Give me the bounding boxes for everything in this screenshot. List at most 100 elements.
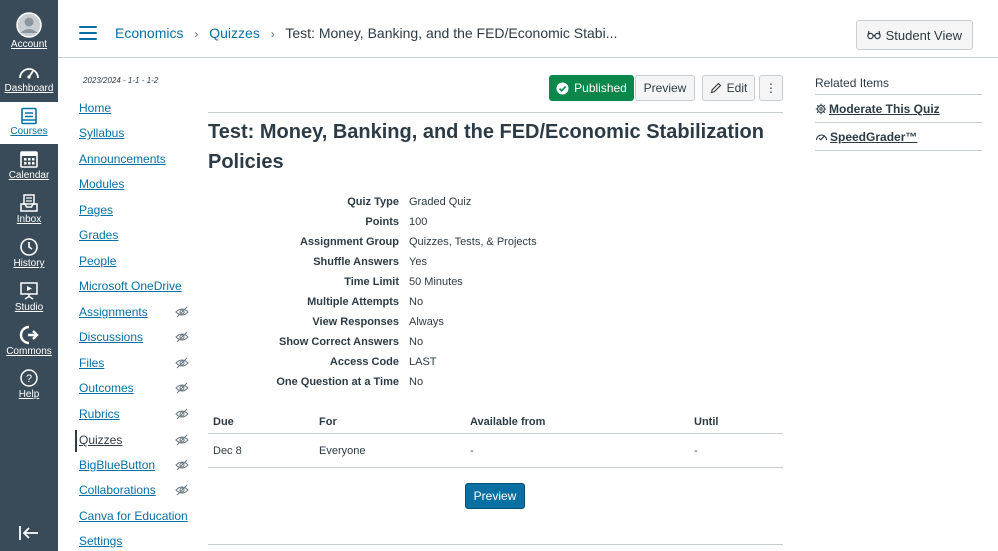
course-nav-link[interactable]: Quizzes: [79, 433, 122, 447]
detail-key: Multiple Attempts: [307, 296, 399, 308]
preview-button[interactable]: Preview: [635, 75, 695, 101]
dashboard-icon: [19, 68, 39, 79]
global-nav-label: Help: [18, 389, 40, 400]
course-nav-link[interactable]: Syllabus: [79, 126, 124, 140]
breadcrumb-current: Test: Money, Banking, and the FED/Econom…: [285, 25, 618, 41]
preview-quiz-button[interactable]: Preview: [465, 483, 525, 509]
student-view-label: Student View: [885, 27, 962, 43]
global-nav: Account Dashboard Courses Calendar Inbox…: [0, 0, 58, 551]
global-nav-label: Courses: [10, 126, 48, 137]
course-nav-link[interactable]: Discussions: [79, 330, 143, 344]
calendar-icon: [20, 151, 38, 168]
global-nav-inbox[interactable]: Inbox: [0, 193, 58, 225]
detail-value: Quizzes, Tests, & Projects: [409, 236, 537, 248]
moderate-quiz-link[interactable]: Moderate This Quiz: [815, 95, 982, 123]
course-nav-link[interactable]: Rubrics: [79, 407, 120, 421]
global-nav-dashboard[interactable]: Dashboard: [0, 64, 58, 94]
course-nav-discussions[interactable]: Discussions: [75, 330, 193, 350]
detail-key: View Responses: [312, 316, 399, 328]
courses-icon: [21, 107, 37, 125]
published-button[interactable]: Published: [549, 75, 634, 101]
global-nav-studio[interactable]: Studio: [0, 281, 58, 313]
course-nav-onedrive[interactable]: Microsoft OneDrive: [75, 279, 193, 299]
course-nav-link[interactable]: Modules: [79, 177, 124, 191]
course-nav-grades[interactable]: Grades: [75, 228, 193, 248]
edit-label: Edit: [726, 81, 748, 95]
related-link[interactable]: SpeedGrader™: [830, 130, 917, 144]
course-nav-link[interactable]: Grades: [79, 228, 118, 242]
global-nav-label: Studio: [14, 302, 44, 313]
course-nav-link[interactable]: Pages: [79, 203, 113, 217]
course-nav-link[interactable]: Microsoft OneDrive: [79, 279, 182, 293]
column-header: Due: [213, 416, 234, 428]
hidden-eye-icon: [175, 357, 189, 369]
inbox-icon: [20, 194, 38, 212]
clock-icon: [20, 238, 38, 256]
table-cell: Dec 8: [213, 445, 242, 457]
course-nav-collaborations[interactable]: Collaborations: [75, 483, 193, 503]
glasses-icon: [866, 30, 881, 40]
detail-key: Assignment Group: [299, 236, 399, 248]
course-nav-link[interactable]: Outcomes: [79, 381, 134, 395]
hidden-eye-icon: [175, 484, 189, 496]
course-nav-people[interactable]: People: [75, 254, 193, 274]
table-header-row: Due For Available from Until: [208, 408, 783, 434]
detail-key: Quiz Type: [347, 196, 399, 208]
global-nav-calendar[interactable]: Calendar: [0, 149, 58, 181]
detail-value: No: [409, 296, 424, 308]
course-nav-syllabus[interactable]: Syllabus: [75, 126, 193, 146]
more-options-button[interactable]: ⋮: [759, 75, 783, 101]
column-header: For: [319, 416, 337, 428]
detail-row: View Responses Always: [208, 314, 783, 334]
related-link[interactable]: Moderate This Quiz: [829, 102, 940, 116]
course-nav-link[interactable]: Settings: [79, 534, 122, 548]
course-nav-quizzes[interactable]: Quizzes: [75, 430, 193, 452]
breadcrumb-course[interactable]: Economics: [115, 25, 183, 41]
table-row: Dec 8 Everyone - -: [208, 434, 783, 468]
course-nav-link[interactable]: BigBlueButton: [79, 458, 155, 472]
global-nav-courses[interactable]: Courses: [0, 102, 58, 144]
edit-button[interactable]: Edit: [702, 75, 755, 101]
global-nav-commons[interactable]: Commons: [0, 325, 58, 357]
detail-key: Show Correct Answers: [278, 336, 399, 348]
course-nav-settings[interactable]: Settings: [75, 534, 193, 551]
hidden-eye-icon: [175, 434, 189, 446]
course-nav-link[interactable]: Announcements: [79, 152, 166, 166]
course-nav-link[interactable]: People: [79, 254, 116, 268]
global-nav-history[interactable]: History: [0, 237, 58, 269]
course-nav-link[interactable]: Files: [79, 356, 104, 370]
breadcrumb-quizzes[interactable]: Quizzes: [209, 25, 260, 41]
hamburger-menu-icon[interactable]: [79, 26, 97, 40]
course-nav-link[interactable]: Collaborations: [79, 483, 156, 497]
detail-key: Points: [365, 216, 399, 228]
course-nav-announcements[interactable]: Announcements: [75, 152, 193, 172]
global-nav-account[interactable]: Account: [0, 12, 58, 50]
hidden-eye-icon: [175, 459, 189, 471]
course-nav-assignments[interactable]: Assignments: [75, 305, 193, 325]
course-nav-link[interactable]: Home: [79, 101, 111, 115]
column-header: Available from: [470, 416, 546, 428]
term-label: 2023/2024 - 1-1 - 1-2: [83, 76, 159, 85]
course-nav-link[interactable]: Canva for Education: [79, 509, 188, 523]
course-nav-files[interactable]: Files: [75, 356, 193, 376]
global-nav-label: Account: [10, 39, 48, 50]
student-view-button[interactable]: Student View: [855, 20, 973, 50]
course-nav-canva[interactable]: Canva for Education: [75, 509, 193, 529]
course-nav-home[interactable]: Home: [75, 101, 193, 121]
speedgrader-link[interactable]: SpeedGrader™: [815, 123, 982, 151]
detail-value: Yes: [409, 256, 427, 268]
course-nav-bigbluebutton[interactable]: BigBlueButton: [75, 458, 193, 478]
course-nav-link[interactable]: Assignments: [79, 305, 148, 319]
global-nav-label: History: [13, 258, 45, 269]
collapse-nav-icon[interactable]: [18, 524, 40, 542]
related-items: Related Items Moderate This Quiz SpeedGr…: [815, 76, 982, 151]
course-nav-outcomes[interactable]: Outcomes: [75, 381, 193, 401]
detail-row: Time Limit 50 Minutes: [208, 274, 783, 294]
course-nav: 2023/2024 - 1-1 - 1-2 Home Syllabus Anno…: [75, 76, 195, 548]
detail-row: Assignment Group Quizzes, Tests, & Projec…: [208, 234, 783, 254]
global-nav-help[interactable]: ? Help: [0, 368, 58, 400]
course-nav-pages[interactable]: Pages: [75, 203, 193, 223]
course-nav-rubrics[interactable]: Rubrics: [75, 407, 193, 427]
studio-icon: [20, 282, 38, 300]
course-nav-modules[interactable]: Modules: [75, 177, 193, 197]
